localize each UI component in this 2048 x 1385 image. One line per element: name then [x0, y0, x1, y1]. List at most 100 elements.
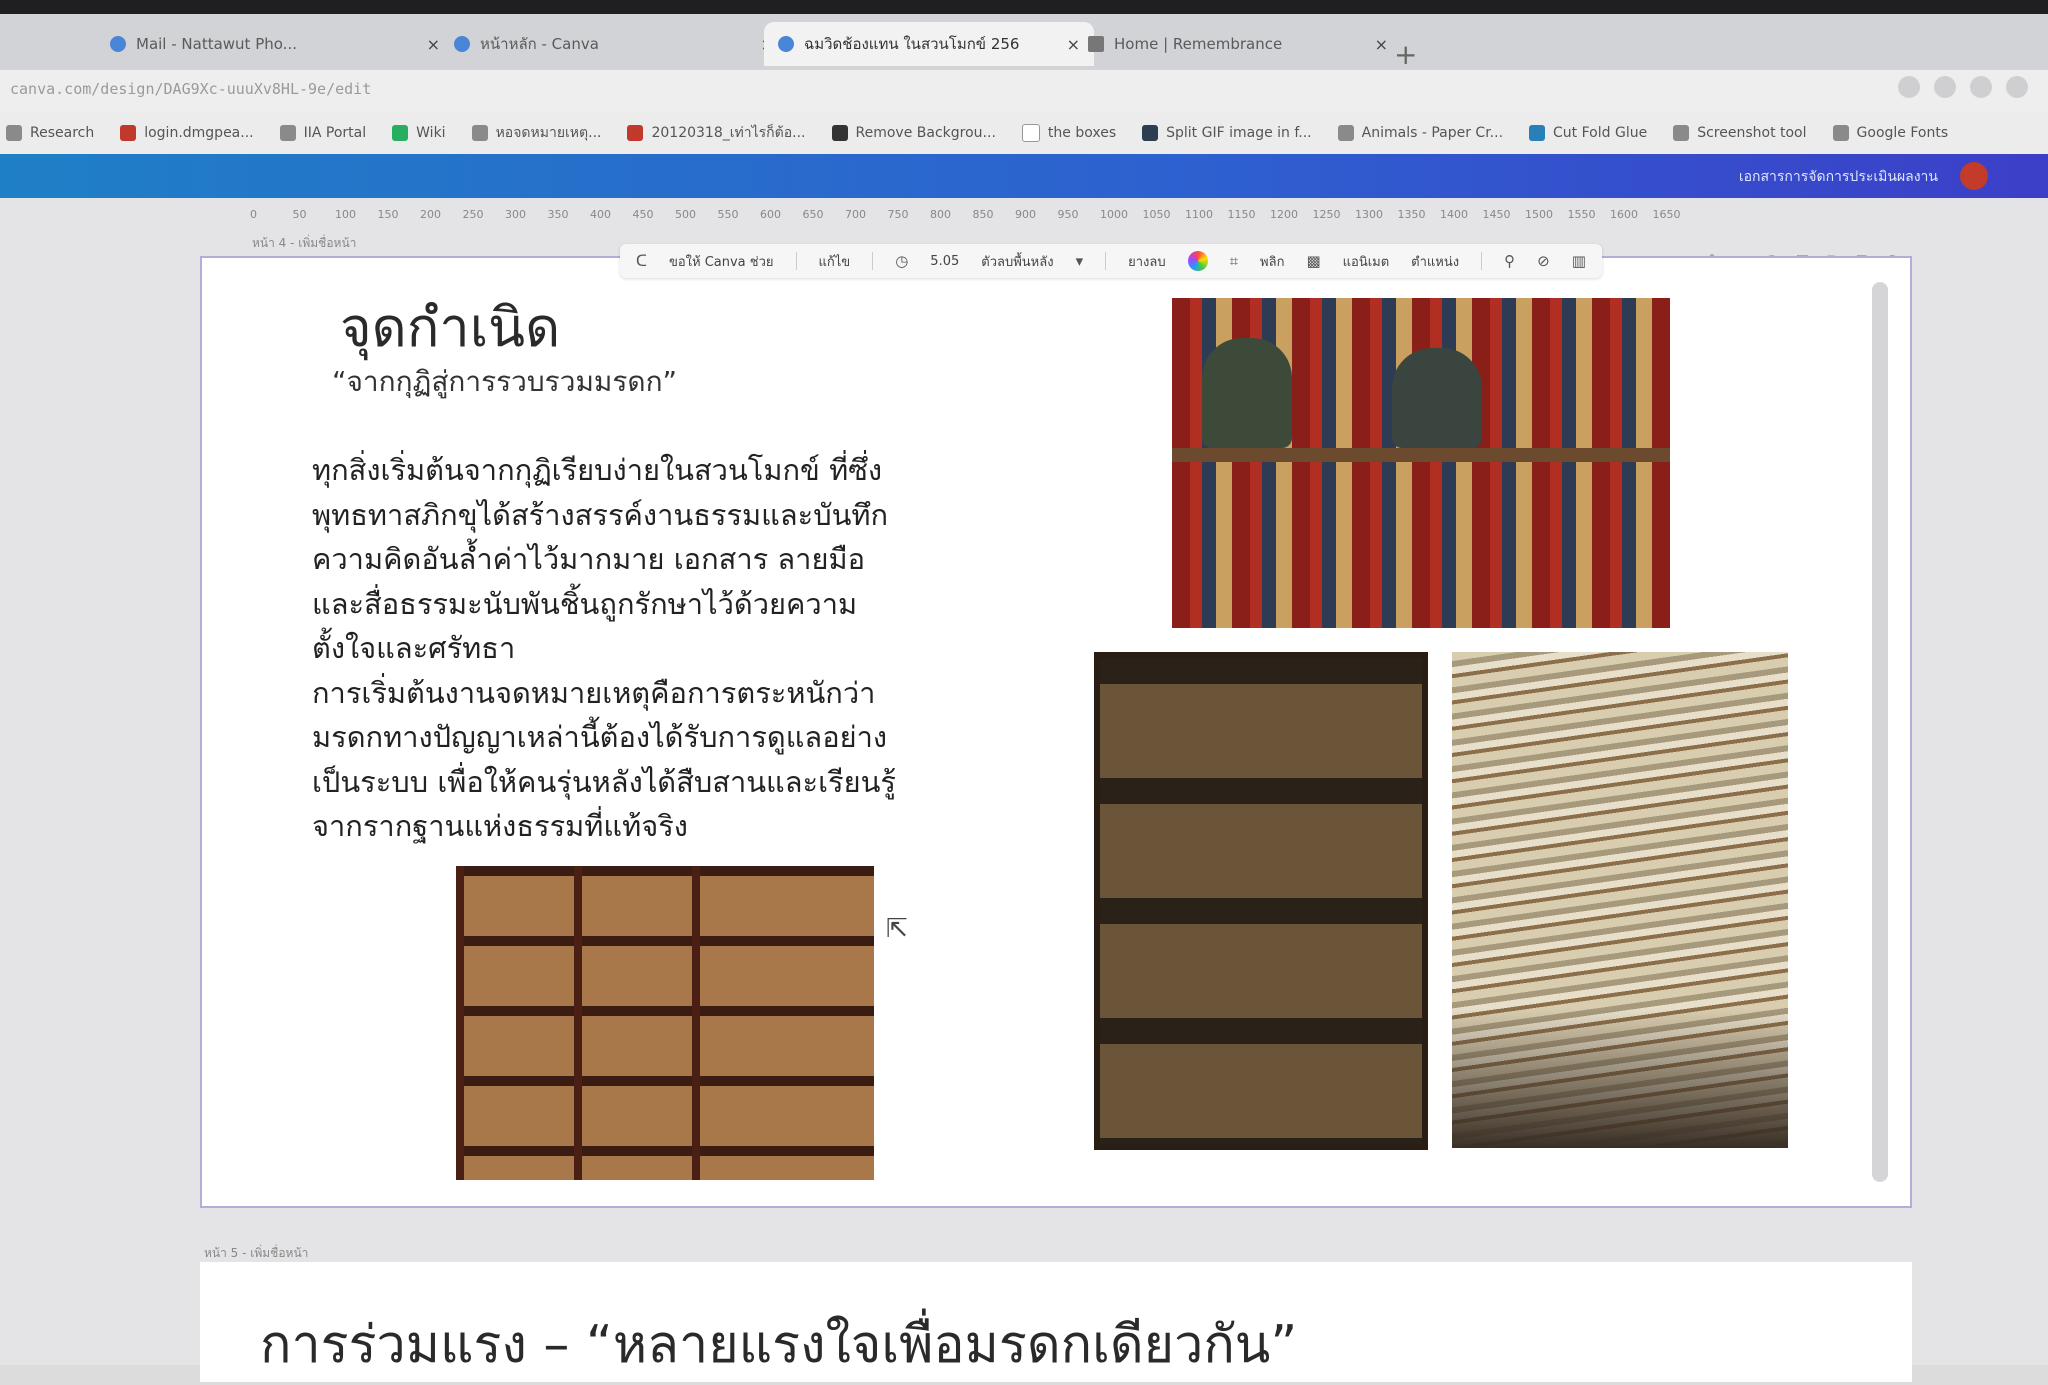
divider — [1481, 252, 1483, 270]
photo-bookshelf-buddha[interactable] — [1172, 298, 1670, 628]
tab-mail[interactable]: Mail - Nattawut Pho... × — [96, 22, 454, 66]
tab-close-icon[interactable]: × — [427, 35, 440, 54]
ruler-tick: 1100 — [1185, 208, 1213, 221]
body-line: เป็นระบบ เพื่อให้คนรุ่นหลังได้สืบสานและเ… — [312, 764, 896, 799]
bookmark-label: Cut Fold Glue — [1553, 125, 1648, 141]
tab-close-icon[interactable]: × — [1375, 35, 1388, 54]
bookmark-item[interactable]: Google Fonts — [1832, 125, 1948, 141]
ruler-tick: 1600 — [1610, 208, 1638, 221]
magic-icon: ᑕ — [636, 252, 647, 270]
ruler-tick: 1050 — [1142, 208, 1171, 221]
page-label[interactable]: หน้า 4 - เพิ่มชื่อหน้า — [252, 234, 356, 253]
slide-page-5[interactable]: การร่วมแรง – “หลายแรงใจเพื่อมรดกเดียวกัน… — [200, 1262, 1912, 1382]
bookmark-star-icon[interactable] — [1898, 76, 1920, 98]
bookmark-label: Remove Backgrou... — [855, 125, 996, 141]
bookmark-item[interactable]: Research — [6, 125, 94, 141]
ruler-tick: 700 — [845, 208, 866, 221]
bookmark-item[interactable]: Remove Backgrou... — [831, 125, 996, 141]
chevron-down-icon[interactable]: ▾ — [1076, 252, 1084, 270]
address-bar[interactable]: canva.com/design/DAG9Xc-uuuXv8HL-9e/edit — [0, 70, 2048, 112]
bookmark-favicon-icon — [120, 125, 137, 141]
photo-glass-cabinets[interactable] — [456, 866, 874, 1180]
wikipedia-icon — [1021, 124, 1040, 142]
url-text[interactable]: canva.com/design/DAG9Xc-uuuXv8HL-9e/edit — [10, 80, 371, 98]
photo-document-cabinet[interactable] — [1094, 652, 1428, 1150]
body-line: มรดกทางปัญญาเหล่านี้ต้องได้รับการดูแลอย่… — [312, 720, 888, 754]
bookmark-item[interactable]: IIA Portal — [279, 125, 366, 141]
flip-button[interactable]: พลิก — [1260, 251, 1284, 272]
body-line: ตั้งใจและศรัทธา — [312, 631, 516, 665]
window-top-strip — [0, 0, 2048, 14]
tab-active-design[interactable]: ฉมวิดช้องแทน ในสวนโมกข์ 256 × — [764, 22, 1094, 66]
download-icon[interactable] — [1970, 76, 1992, 98]
bookmark-item[interactable]: หอจดหมายเหตุ... — [471, 122, 602, 144]
trash-icon[interactable]: ▥ — [1572, 252, 1586, 270]
ruler-tick: 1550 — [1567, 208, 1596, 221]
ruler-tick: 350 — [547, 208, 569, 221]
ruler-tick: 1450 — [1482, 208, 1511, 221]
ruler-tick: 850 — [972, 208, 994, 221]
bookmark-item[interactable]: login.dmgpea... — [120, 125, 254, 141]
mail-favicon-icon — [110, 36, 126, 52]
ruler-tick: 1000 — [1100, 208, 1128, 221]
slide-title[interactable]: จุดกำเนิด — [340, 284, 560, 370]
paint-format-icon[interactable]: ⚲ — [1504, 252, 1515, 270]
canva-editor-header: เอกสารการจัดการประเมินผลงาน — [0, 154, 2048, 198]
body-line: ทุกสิ่งเริ่มต้นจากกุฏิเรียบง่ายในสวนโมกข… — [312, 453, 883, 487]
ruler-tick: 1200 — [1270, 208, 1298, 221]
bookmark-item[interactable]: 20120318_เท่าไรก็ต้อ... — [627, 122, 806, 144]
bookmarks-bar: Research login.dmgpea... IIA Portal Wiki… — [0, 112, 2048, 154]
tab-remembrance[interactable]: Home | Remembrance × — [1074, 22, 1402, 66]
bookmark-favicon-icon — [1529, 125, 1546, 141]
extensions-icon[interactable] — [1934, 76, 1956, 98]
page-label[interactable]: หน้า 5 - เพิ่มชื่อหน้า — [204, 1244, 308, 1263]
bookmark-label: หอจดหมายเหตุ... — [495, 125, 602, 141]
photo-stacked-manuscripts[interactable] — [1452, 652, 1788, 1148]
slide-body-text[interactable]: ทุกสิ่งเริ่มต้นจากกุฏิเรียบง่ายในสวนโมกข… — [312, 448, 992, 849]
ask-canva-button[interactable]: ขอให้ Canva ช่วย — [669, 251, 774, 272]
ruler-tick: 650 — [802, 208, 824, 221]
remembrance-favicon-icon — [1088, 36, 1104, 52]
body-line: และสื่อธรรมะนับพันชิ้นถูกรักษาไว้ด้วยควา… — [312, 586, 858, 621]
project-name[interactable]: เอกสารการจัดการประเมินผลงาน — [1739, 166, 1938, 188]
bookmark-item[interactable]: the boxes — [1021, 124, 1116, 142]
bookmark-item[interactable]: Cut Fold Glue — [1529, 125, 1647, 141]
ruler-tick: 100 — [335, 208, 356, 221]
bookmark-label: Split GIF image in f... — [1166, 125, 1312, 141]
bookmark-item[interactable]: Split GIF image in f... — [1142, 125, 1312, 141]
bookmark-item[interactable]: Wiki — [392, 125, 446, 141]
ruler-tick: 1250 — [1312, 208, 1341, 221]
bg-remover-button[interactable]: ตัวลบพื้นหลัง — [981, 251, 1053, 272]
bookmark-favicon-icon — [1832, 125, 1849, 141]
tab-canva-home[interactable]: หน้าหลัก - Canva × — [440, 22, 788, 66]
edit-button[interactable]: แก้ไข — [819, 251, 851, 272]
body-line: พุทธทาสภิกขุได้สร้างสรรค์งานธรรมและบันทึ… — [312, 497, 889, 532]
ruler-tick: 950 — [1057, 208, 1079, 221]
ruler-tick: 300 — [505, 208, 526, 221]
vertical-scrollbar[interactable] — [1872, 282, 1888, 1182]
animate-button[interactable]: แอนิเมต — [1343, 251, 1390, 272]
bookmark-label: Wiki — [416, 125, 446, 141]
crop-icon[interactable]: ⌗ — [1230, 252, 1238, 270]
bookmark-item[interactable]: Animals - Paper Cr... — [1337, 125, 1504, 141]
tab-label: หน้าหลัก - Canva — [480, 35, 599, 53]
bookmark-label: 20120318_เท่าไรก็ต้อ... — [651, 125, 806, 141]
bookmark-label: Animals - Paper Cr... — [1361, 125, 1504, 141]
bookmark-item[interactable]: Screenshot tool — [1673, 125, 1807, 141]
slide-heading[interactable]: การร่วมแรง – “หลายแรงใจเพื่อมรดกเดียวกัน… — [260, 1302, 1297, 1385]
color-wheel-icon[interactable] — [1187, 251, 1208, 271]
ruler-tick: 1650 — [1652, 208, 1681, 221]
erase-button[interactable]: ยางลบ — [1128, 251, 1165, 272]
user-avatar[interactable] — [1960, 162, 1988, 190]
link-icon[interactable]: ⊘ — [1537, 252, 1550, 270]
bookmark-label: Screenshot tool — [1697, 125, 1807, 141]
body-line: การเริ่มต้นงานจดหมายเหตุคือการตระหนักว่า — [312, 675, 876, 710]
duration-button[interactable]: 5.05 — [930, 254, 959, 269]
ruler-tick: 250 — [462, 208, 484, 221]
slide-subtitle[interactable]: “จากกุฏิสู่การรวบรวมมรดก” — [332, 360, 677, 404]
transparency-icon[interactable]: ▩ — [1306, 252, 1320, 270]
new-tab-button[interactable]: + — [1394, 38, 1417, 71]
profile-icon[interactable] — [2006, 76, 2028, 98]
position-button[interactable]: ตำแหน่ง — [1411, 251, 1459, 272]
image-context-toolbar: ᑕ ขอให้ Canva ช่วย แก้ไข ◷ 5.05 ตัวลบพื้… — [620, 244, 1602, 278]
